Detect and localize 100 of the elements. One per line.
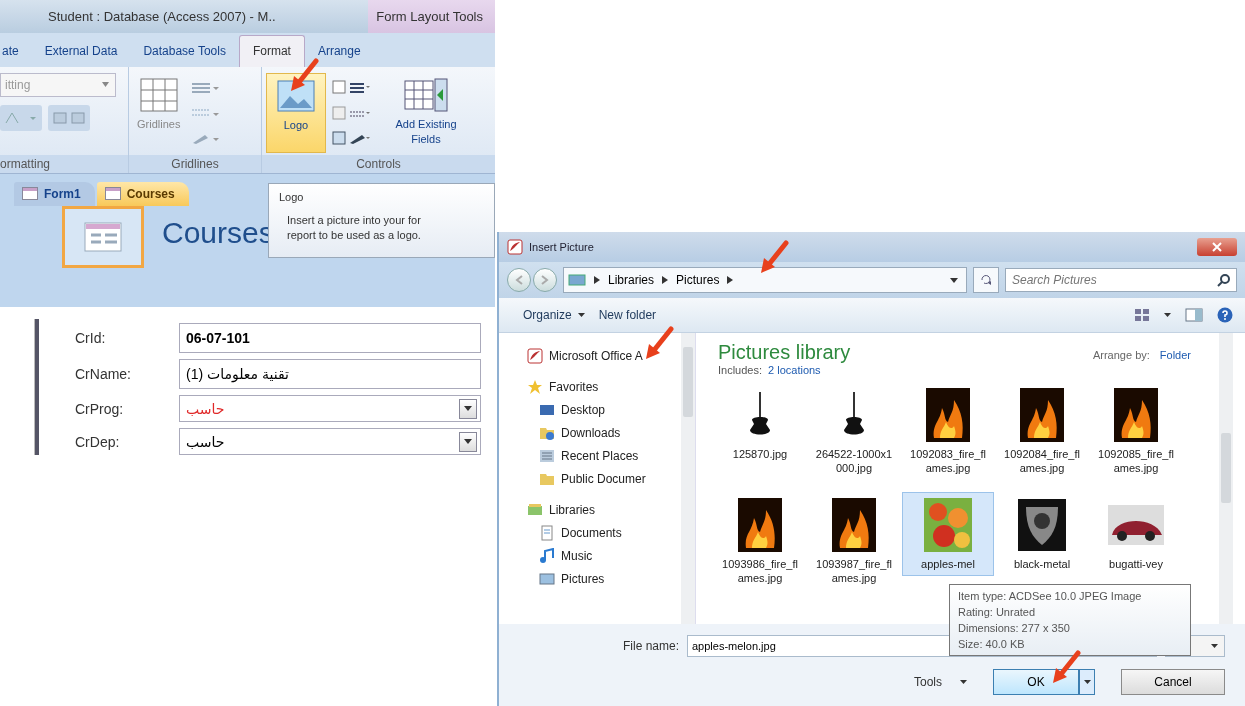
breadcrumb-item[interactable]: Pictures — [676, 273, 720, 287]
file-item[interactable]: apples-mel — [902, 492, 994, 576]
ribbon-tab[interactable]: Arrange — [304, 35, 374, 67]
refresh-button[interactable] — [973, 267, 999, 293]
music-note-icon — [539, 547, 555, 564]
contextual-tab-title: Form Layout Tools — [368, 0, 495, 34]
library-title: Pictures library — [718, 341, 851, 364]
document-tab[interactable]: Courses — [96, 181, 189, 206]
document-tab[interactable]: Form1 — [14, 181, 95, 206]
combo-box[interactable]: حاسب — [179, 428, 481, 455]
form-logo-icon — [83, 220, 123, 253]
new-folder-button[interactable]: New folder — [598, 308, 657, 322]
fire-photo-placeholder — [1020, 388, 1064, 442]
field-label: CrProg: — [75, 400, 125, 417]
scroll-thumb[interactable] — [683, 347, 693, 417]
add-existing-fields-button[interactable]: Add Existing Fields — [378, 72, 474, 153]
dropdown-button[interactable] — [459, 431, 477, 452]
dropdown-caret-icon — [950, 277, 958, 283]
nav-item[interactable]: Pictures — [527, 570, 681, 587]
text-field[interactable]: 06-07-101 — [179, 323, 481, 353]
table-fields-icon — [403, 76, 449, 113]
text-field[interactable]: تقنية معلومات (1) — [179, 359, 481, 389]
address-bar[interactable]: Libraries Pictures — [563, 267, 967, 293]
field-label: CrDep: — [75, 433, 121, 450]
fruit-photo-placeholder — [924, 498, 972, 552]
ribbon-tab[interactable]: Database Tools — [130, 35, 239, 67]
nav-item[interactable]: Public Documer — [527, 470, 681, 487]
formatting-button[interactable] — [48, 104, 90, 131]
nav-item[interactable]: Documents — [527, 524, 681, 541]
forward-button[interactable] — [533, 268, 557, 292]
file-item[interactable]: black-metal — [996, 492, 1088, 576]
arrange-dropdown[interactable]: Folder — [1159, 349, 1191, 361]
form-icon — [22, 187, 38, 201]
chevron-icon — [662, 276, 669, 284]
tools-button[interactable]: Tools — [914, 675, 967, 689]
scrollbar[interactable] — [681, 333, 695, 624]
pictures-icon — [539, 570, 555, 587]
ok-button[interactable]: OK — [993, 669, 1079, 695]
nav-item[interactable]: Downloads — [527, 424, 681, 441]
tooltip-line: Size: 40.0 KB — [958, 637, 1026, 652]
close-button[interactable] — [1197, 238, 1237, 256]
organize-button[interactable]: Organize — [523, 308, 585, 322]
logo-button[interactable]: Logo — [266, 72, 326, 153]
breadcrumb-item[interactable]: Libraries — [608, 273, 655, 287]
form-title: Courses — [162, 215, 274, 250]
emblem-photo-placeholder — [1018, 499, 1066, 551]
fire-photo-placeholder — [1114, 388, 1158, 442]
tooltip-line: Rating: Unrated — [958, 605, 1037, 620]
cancel-button[interactable]: Cancel — [1121, 669, 1225, 695]
file-item[interactable]: 1093986_fire_flames.jpg — [714, 492, 806, 590]
file-item[interactable]: 125870.jpg — [714, 382, 806, 466]
file-item[interactable]: bugatti-vey — [1090, 492, 1182, 576]
ribbon-tab[interactable]: Format — [238, 34, 305, 67]
record-selector[interactable] — [34, 319, 39, 455]
split-dropdown-button[interactable] — [1079, 669, 1095, 695]
format-icon — [4, 110, 38, 125]
caret-icon — [1211, 644, 1218, 648]
file-item[interactable]: 1093987_fire_flames.jpg — [808, 492, 900, 590]
close-icon — [1212, 242, 1222, 252]
nav-item[interactable]: Recent Places — [527, 447, 681, 464]
car-photo-placeholder — [1108, 505, 1164, 545]
library-icon — [568, 274, 586, 286]
locations-link[interactable]: 2 locations — [768, 364, 821, 376]
field-label: CrId: — [75, 330, 107, 346]
file-item[interactable]: 264522-1000x1000.jpg — [808, 382, 900, 480]
search-field[interactable]: Search Pictures — [1005, 268, 1237, 292]
caret-icon — [960, 680, 967, 684]
logo-placeholder[interactable] — [62, 205, 144, 268]
annotation-arrow — [645, 326, 675, 360]
nav-item[interactable]: Music — [527, 547, 681, 564]
scrollbar[interactable] — [1219, 333, 1233, 624]
combo-box[interactable]: حاسب — [179, 395, 481, 422]
line-style-icon — [190, 80, 221, 95]
grid-icon — [138, 76, 179, 113]
nav-item[interactable]: Microsoft Office A — [527, 347, 681, 364]
back-button[interactable] — [507, 268, 531, 292]
dropdown-button[interactable] — [459, 398, 477, 419]
caret-icon — [1164, 313, 1171, 317]
formatting-button[interactable] — [0, 104, 42, 131]
scroll-thumb[interactable] — [1221, 433, 1231, 503]
app-icon — [527, 347, 543, 364]
file-item[interactable]: 1092084_fire_flames.jpg — [996, 382, 1088, 480]
nav-item[interactable]: Favorites — [527, 378, 681, 395]
picture-icon — [276, 77, 316, 114]
fire-photo-placeholder — [926, 388, 970, 442]
ribbon-group-label: Controls — [262, 154, 495, 173]
window-title: Insert Picture — [529, 241, 594, 253]
ribbon-tab[interactable]: External Data — [31, 35, 131, 67]
tooltip-line: Item type: ACDSee 10.0 JPEG Image — [958, 589, 1143, 604]
chevron-icon — [594, 276, 600, 284]
ribbon-tab[interactable]: ate — [0, 35, 32, 67]
ribbon-group-label: ormatting — [0, 154, 128, 173]
file-item[interactable]: 1092083_fire_flames.jpg — [902, 382, 994, 480]
fire-photo-placeholder — [738, 498, 782, 552]
file-item[interactable]: 1092085_fire_flames.jpg — [1090, 382, 1182, 480]
nav-item[interactable]: Libraries — [527, 501, 681, 518]
caret-icon — [1083, 680, 1091, 684]
arrange-label: Arrange by: — [1092, 349, 1150, 361]
format-icon — [52, 110, 86, 125]
nav-item[interactable]: Desktop — [527, 401, 681, 418]
